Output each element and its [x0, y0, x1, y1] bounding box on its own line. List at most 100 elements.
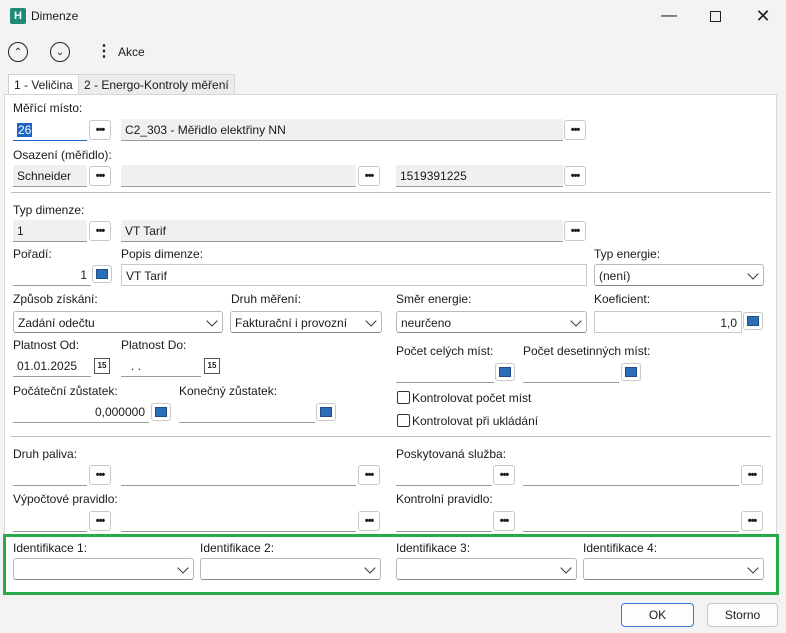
- merici-misto-label: Měřící místo:: [13, 101, 83, 115]
- identifikace-3-select[interactable]: [396, 558, 577, 580]
- typ-dimenze-name-browse-button[interactable]: •••: [564, 221, 586, 241]
- pocatecni-input[interactable]: 0,000000: [13, 401, 149, 423]
- vypoctove-code-input[interactable]: [13, 510, 87, 532]
- actions-menu[interactable]: Akce: [118, 45, 145, 59]
- calculator-icon[interactable]: [316, 403, 336, 421]
- identifikace-1-label: Identifikace 1:: [13, 541, 88, 555]
- konecny-input[interactable]: [179, 401, 315, 423]
- vypoctove-name: [121, 510, 356, 532]
- kontrolni-browse-button[interactable]: •••: [493, 511, 515, 531]
- platnost-od-input[interactable]: 01.01.2025: [13, 355, 91, 377]
- typ-energie-select[interactable]: (není): [594, 264, 764, 286]
- vypoctove-name-browse-button[interactable]: •••: [358, 511, 380, 531]
- osazeni-serial-browse-button[interactable]: •••: [564, 166, 586, 186]
- pocet-des-label: Počet desetinných míst:: [523, 344, 651, 358]
- typ-dimenze-code: 1: [13, 220, 87, 242]
- kontrolni-name: [523, 510, 739, 532]
- typ-dimenze-browse-button[interactable]: •••: [89, 221, 111, 241]
- smer-label: Směr energie:: [396, 292, 472, 306]
- identifikace-2-select[interactable]: [200, 558, 381, 580]
- minimize-icon[interactable]: —: [646, 0, 692, 32]
- more-vertical-icon[interactable]: ⋮: [96, 42, 112, 62]
- maximize-icon[interactable]: [692, 0, 738, 32]
- app-icon: H: [10, 8, 26, 24]
- poskytovana-sluzba-code-input[interactable]: [396, 464, 492, 486]
- identifikace-2-label: Identifikace 2:: [200, 541, 275, 555]
- koeficient-label: Koeficient:: [594, 292, 651, 306]
- poskytovana-sluzba-browse-button[interactable]: •••: [493, 465, 515, 485]
- kontrolni-label: Kontrolní pravidlo:: [396, 492, 493, 506]
- zpusob-label: Způsob získání:: [13, 292, 98, 306]
- konecny-label: Konečný zůstatek:: [179, 384, 278, 398]
- calculator-icon[interactable]: [92, 265, 112, 283]
- pocet-celych-input[interactable]: [396, 361, 494, 383]
- druh-mereni-label: Druh měření:: [231, 292, 302, 306]
- dropdown-chevron-icon: [177, 562, 189, 574]
- platnost-do-label: Platnost Do:: [121, 338, 187, 352]
- tab-velicina[interactable]: 1 - Veličina: [8, 74, 79, 95]
- merici-misto-name-browse-button[interactable]: •••: [564, 120, 586, 140]
- calculator-icon[interactable]: [495, 363, 515, 381]
- druh-mereni-select[interactable]: Fakturační i provozní: [230, 311, 382, 333]
- calendar-icon[interactable]: 15: [94, 358, 110, 374]
- pocet-des-input[interactable]: [523, 361, 619, 383]
- poskytovana-sluzba-name: [523, 464, 739, 486]
- divider: [11, 436, 771, 437]
- dropdown-chevron-icon: [206, 315, 218, 327]
- divider: [11, 192, 771, 193]
- identifikace-4-label: Identifikace 4:: [583, 541, 658, 555]
- platnost-od-label: Platnost Od:: [13, 338, 80, 352]
- merici-misto-code-input[interactable]: 26: [13, 119, 87, 141]
- calculator-icon[interactable]: [743, 312, 763, 330]
- calculator-icon[interactable]: [621, 363, 641, 381]
- poskytovana-sluzba-label: Poskytovaná služba:: [396, 447, 507, 461]
- calendar-icon[interactable]: 15: [204, 358, 220, 374]
- kontrolovat-pocet-label: Kontrolovat počet míst: [412, 391, 532, 405]
- merici-misto-browse-button[interactable]: •••: [89, 120, 111, 140]
- pocet-celych-label: Počet celých míst:: [396, 344, 494, 358]
- kontrolovat-ukladani-label: Kontrolovat při ukládání: [412, 414, 539, 428]
- druh-paliva-name-browse-button[interactable]: •••: [358, 465, 380, 485]
- identifikace-1-select[interactable]: [13, 558, 194, 580]
- window-title: Dimenze: [31, 9, 79, 23]
- identifikace-3-label: Identifikace 3:: [396, 541, 471, 555]
- ok-button[interactable]: OK: [621, 603, 694, 627]
- kontrolni-code-input[interactable]: [396, 510, 492, 532]
- dropdown-chevron-icon: [570, 315, 582, 327]
- chevron-up-icon[interactable]: ⌃: [8, 42, 28, 62]
- poskytovana-sluzba-name-browse-button[interactable]: •••: [741, 465, 763, 485]
- popis-input[interactable]: VT Tarif: [121, 264, 587, 286]
- dropdown-chevron-icon: [365, 315, 377, 327]
- cancel-button[interactable]: Storno: [707, 603, 778, 627]
- poradi-input[interactable]: 1: [13, 264, 91, 286]
- typ-dimenze-label: Typ dimenze:: [13, 203, 85, 217]
- koeficient-input[interactable]: 1,0: [594, 311, 742, 333]
- smer-select[interactable]: neurčeno: [396, 311, 587, 333]
- zpusob-select[interactable]: Zadání odečtu: [13, 311, 223, 333]
- druh-paliva-code-input[interactable]: [13, 464, 87, 486]
- typ-energie-label: Typ energie:: [594, 247, 661, 261]
- dropdown-chevron-icon: [747, 562, 759, 574]
- osazeni-maker-browse-button[interactable]: •••: [89, 166, 111, 186]
- kontrolovat-ukladani-checkbox[interactable]: [397, 414, 410, 427]
- kontrolovat-pocet-checkbox[interactable]: [397, 391, 410, 404]
- osazeni-model: [121, 165, 356, 187]
- chevron-down-icon[interactable]: ⌄: [50, 42, 70, 62]
- identifikace-4-select[interactable]: [583, 558, 764, 580]
- osazeni-label: Osazení (měřidlo):: [13, 148, 112, 162]
- calculator-icon[interactable]: [151, 403, 171, 421]
- close-icon[interactable]: ✕: [740, 0, 786, 32]
- vypoctove-label: Výpočtové pravidlo:: [13, 492, 118, 506]
- poradi-label: Pořadí:: [13, 247, 52, 261]
- dropdown-chevron-icon: [364, 562, 376, 574]
- osazeni-serial: 1519391225: [396, 165, 563, 187]
- kontrolni-name-browse-button[interactable]: •••: [741, 511, 763, 531]
- dropdown-chevron-icon: [560, 562, 572, 574]
- osazeni-model-browse-button[interactable]: •••: [358, 166, 380, 186]
- popis-label: Popis dimenze:: [121, 247, 204, 261]
- druh-paliva-browse-button[interactable]: •••: [89, 465, 111, 485]
- platnost-do-input[interactable]: . .: [121, 355, 201, 377]
- tab-energo-kontroly[interactable]: 2 - Energo-Kontroly měření: [78, 74, 235, 94]
- vypoctove-browse-button[interactable]: •••: [89, 511, 111, 531]
- merici-misto-name: C2_303 - Měřidlo elektřiny NN: [121, 119, 563, 141]
